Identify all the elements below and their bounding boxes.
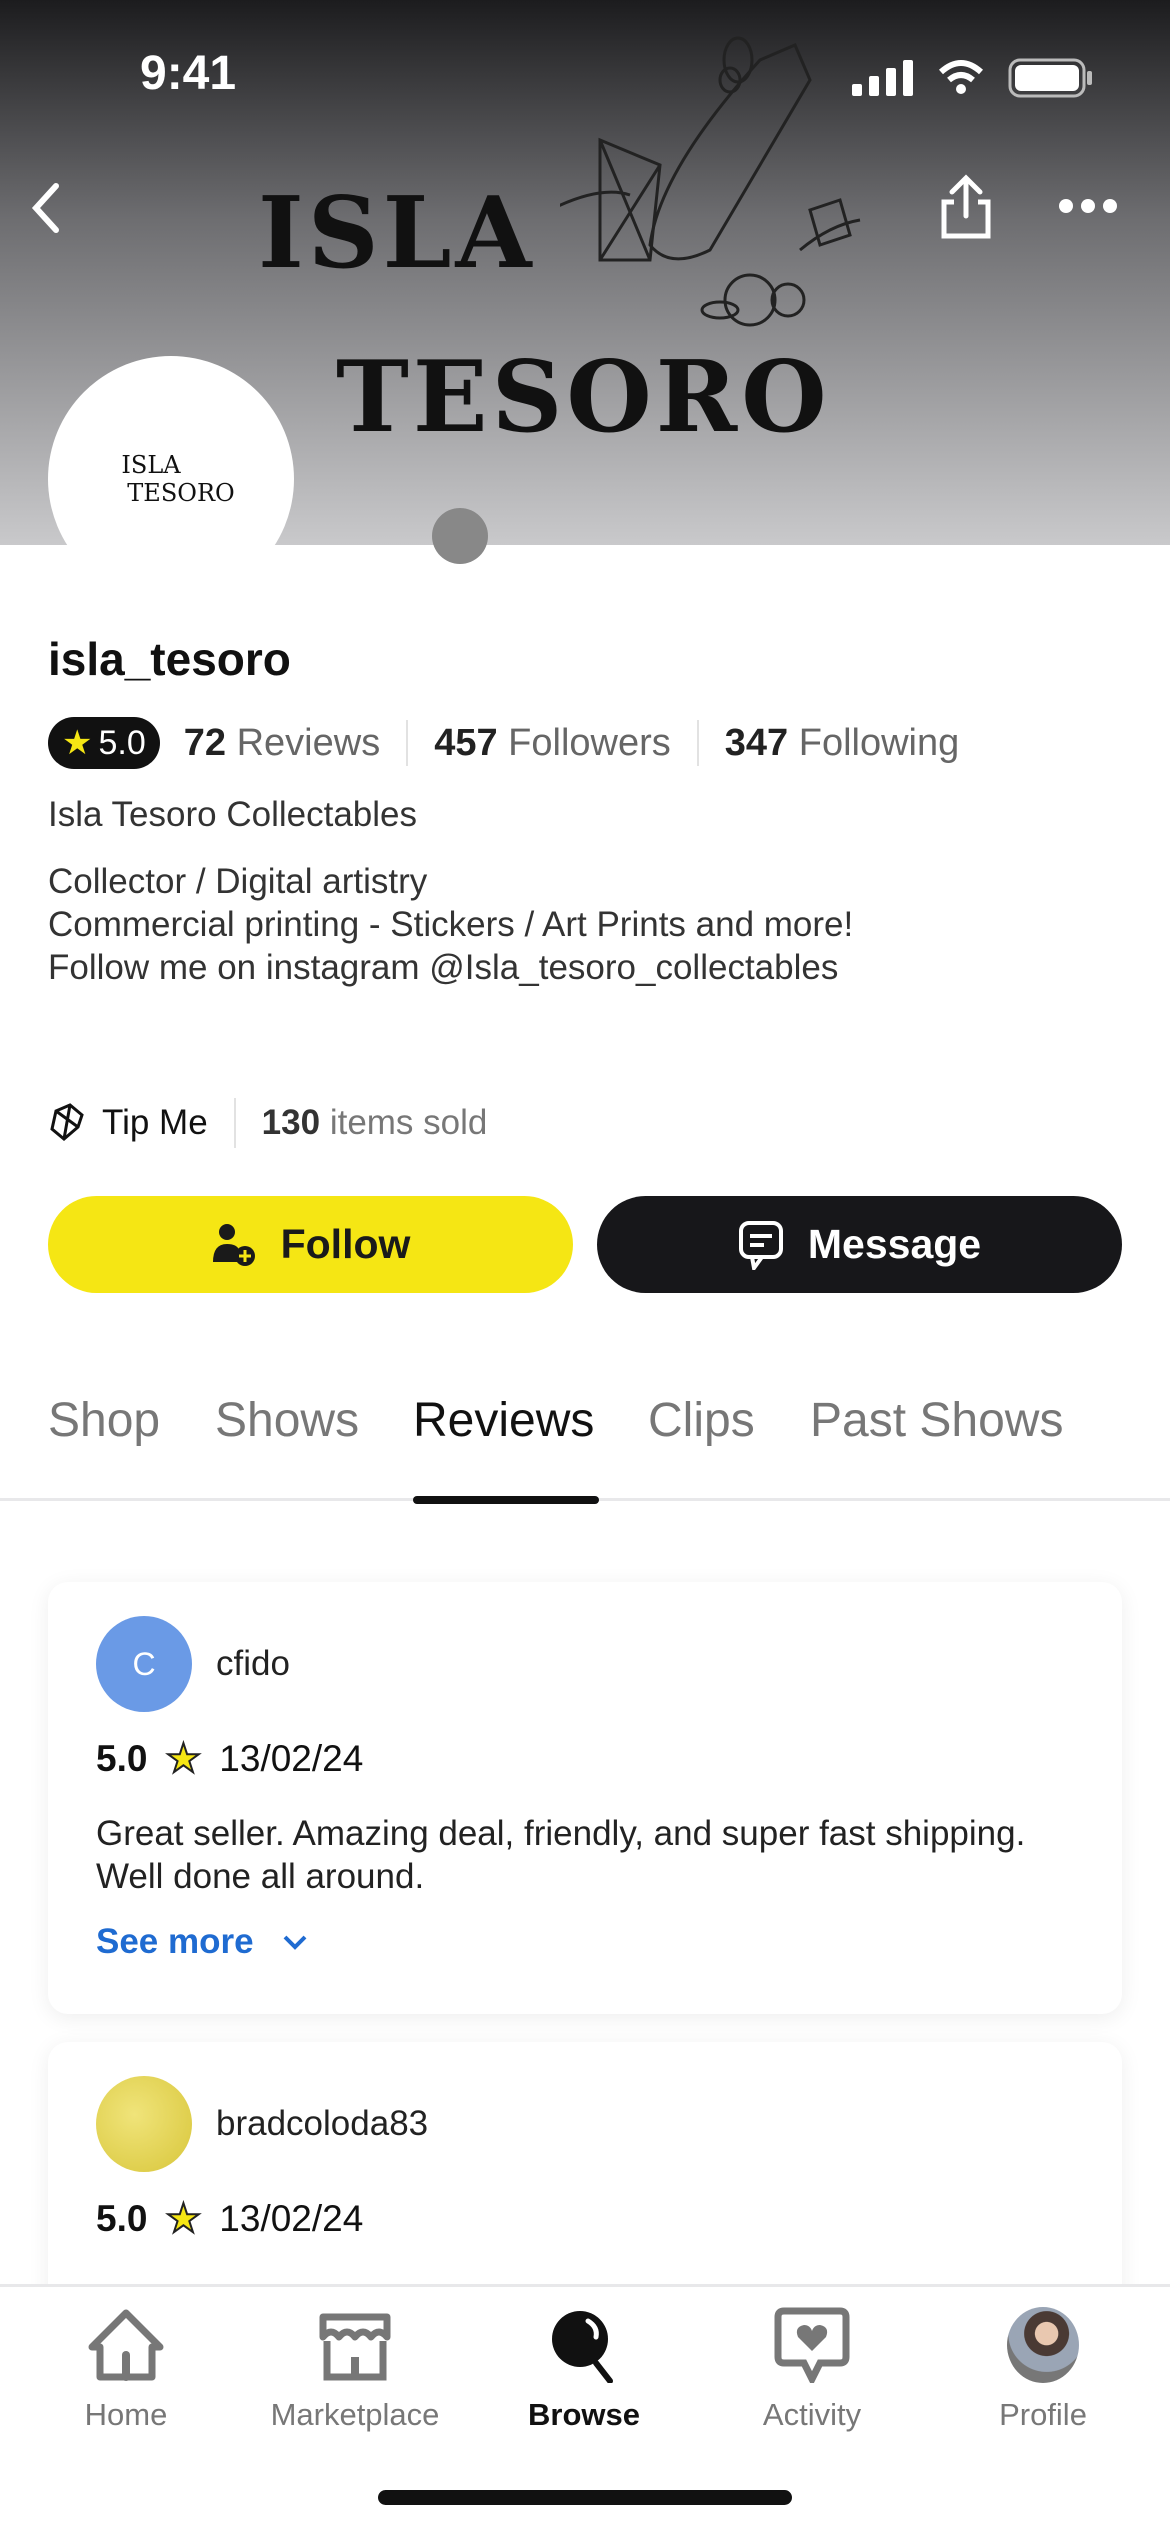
home-icon [88, 2309, 164, 2381]
battery-icon [1008, 58, 1092, 98]
nav-profile[interactable]: Profile [943, 2307, 1143, 2433]
nav-label: Activity [762, 2397, 862, 2432]
followers-count: 457 [434, 721, 498, 764]
reviewer-name[interactable]: bradcoloda83 [216, 2104, 428, 2144]
following-count: 347 [724, 721, 789, 764]
avatar-logo-text: TESORO [127, 479, 235, 507]
followers-stat[interactable]: 457 Followers [434, 722, 671, 765]
nav-browse[interactable]: Browse [484, 2307, 684, 2433]
nav-label: Home [84, 2397, 168, 2432]
reviews-stat[interactable]: 72 Reviews [184, 722, 380, 765]
back-chevron-icon[interactable] [26, 180, 66, 236]
items-sold: 130 items sold [262, 1103, 488, 1143]
profile-stats: ★ 5.0 72 Reviews 457 Followers 347 Follow… [48, 716, 959, 770]
follow-button[interactable]: Follow [48, 1196, 573, 1293]
chat-bubble-icon [738, 1220, 783, 1270]
nav-activity[interactable]: Activity [712, 2307, 912, 2433]
tab-reviews[interactable]: Reviews [413, 1393, 594, 1448]
rating-value: 5.0 [96, 2198, 148, 2239]
tip-me-button[interactable]: Tip Me [48, 1103, 208, 1143]
profile-tabs: Shop Shows Reviews Clips Past Shows [0, 1385, 1170, 1501]
reviews-count: 72 [183, 721, 227, 764]
tab-clips[interactable]: Clips [648, 1393, 755, 1448]
home-indicator [378, 2490, 792, 2505]
nav-label: Profile [999, 2397, 1087, 2432]
review-date: 13/02/24 [219, 2198, 364, 2239]
rating-badge: ★ 5.0 [48, 717, 160, 769]
follow-label: Follow [280, 1221, 411, 1267]
banner-logo-text: ISLA [258, 176, 536, 291]
bio-line: Collector / Digital artistry [48, 862, 428, 901]
divider [233, 1098, 236, 1148]
see-more-label: See more [96, 1922, 254, 1961]
avatar [1007, 2307, 1079, 2383]
star-icon: ★ [62, 724, 93, 762]
bio-line: Commercial printing - Stickers / Art Pri… [48, 905, 854, 944]
tip-me-label: Tip Me [102, 1103, 208, 1142]
review-text: Great seller. Amazing deal, friendly, an… [96, 1814, 1026, 1896]
star-icon: ★ [164, 1736, 202, 1782]
storefront-icon [319, 2313, 391, 2381]
reviews-label: Reviews [236, 721, 381, 764]
nav-label: Marketplace [270, 2397, 440, 2432]
message-button[interactable]: Message [597, 1196, 1122, 1293]
bio: Collector / Digital artistry Commercial … [48, 860, 853, 989]
divider [406, 720, 409, 766]
heart-bubble-icon [774, 2307, 850, 2383]
rating-value: 5.0 [96, 1738, 148, 1779]
star-icon: ★ [164, 2196, 202, 2242]
message-label: Message [807, 1221, 982, 1267]
status-time: 9:41 [140, 47, 237, 100]
review-rating: 5.0 ★ 13/02/24 [96, 1736, 363, 1782]
items-sold-label: items sold [329, 1103, 488, 1142]
followers-label: Followers [508, 721, 671, 764]
active-tab-indicator [413, 1496, 599, 1504]
wifi-icon [938, 60, 984, 94]
nav-label: Browse [528, 2397, 640, 2432]
nav-home[interactable]: Home [26, 2307, 226, 2433]
review-card: C cfido 5.0 ★ 13/02/24 Great seller. Amazi… [48, 1582, 1122, 2014]
following-stat[interactable]: 347 Following [725, 722, 960, 765]
rating-value: 5.0 [98, 723, 146, 762]
reviewer-avatar[interactable] [96, 2076, 192, 2172]
tip-gift-icon [50, 1103, 84, 1141]
share-icon[interactable] [940, 174, 992, 240]
tip-row: Tip Me 130 items sold [48, 1098, 487, 1148]
nav-marketplace[interactable]: Marketplace [255, 2307, 455, 2433]
shop-name: Isla Tesoro Collectables [48, 795, 417, 834]
search-icon [552, 2311, 613, 2383]
profile-avatar[interactable]: ISLA TESORO [48, 356, 294, 602]
live-indicator-dot [432, 508, 488, 564]
more-options-icon[interactable] [1058, 198, 1118, 214]
following-label: Following [798, 721, 960, 764]
tab-shows[interactable]: Shows [215, 1393, 359, 1448]
treasure-illustration [560, 36, 861, 327]
review-date: 13/02/24 [219, 1738, 364, 1779]
bio-line: Follow me on instagram @Isla_tesoro_coll… [48, 948, 839, 987]
banner-logo-text: TESORO [336, 340, 831, 455]
items-sold-count: 130 [261, 1103, 321, 1142]
see-more-link[interactable]: See more [96, 1922, 308, 1962]
tab-shop[interactable]: Shop [48, 1393, 160, 1448]
reviewer-name[interactable]: cfido [216, 1644, 290, 1684]
review-rating: 5.0 ★ 13/02/24 [96, 2196, 363, 2242]
divider [696, 720, 699, 766]
chevron-down-icon [283, 1935, 307, 1950]
username: isla_tesoro [48, 633, 291, 685]
reviewer-avatar[interactable]: C [96, 1616, 192, 1712]
add-user-icon [212, 1223, 255, 1266]
avatar-logo-text: ISLA [121, 451, 181, 479]
tab-past-shows[interactable]: Past Shows [810, 1393, 1063, 1448]
signal-icon [852, 60, 913, 96]
